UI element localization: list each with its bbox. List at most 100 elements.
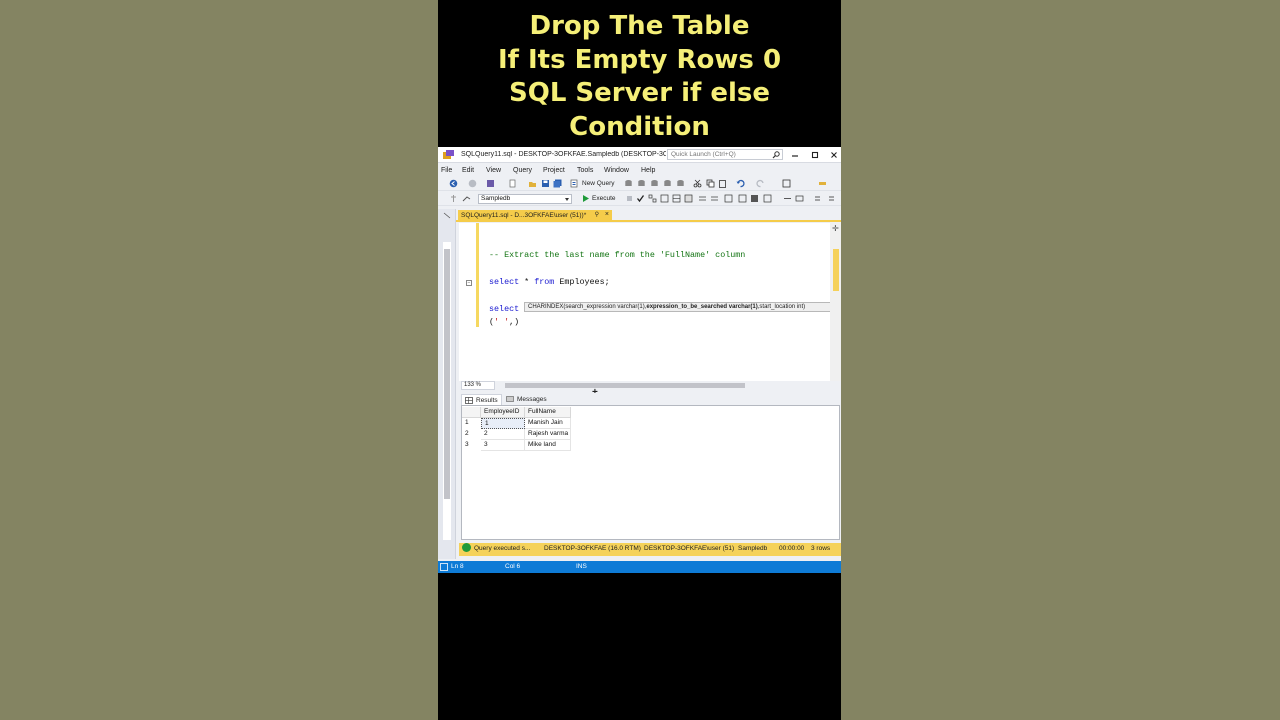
mdx-query-icon[interactable] (637, 179, 646, 188)
save-all-icon[interactable] (553, 179, 562, 188)
cut-icon[interactable] (693, 179, 702, 188)
charindex-tooltip: CHARINDEX(search_expression varchar(1),e… (524, 302, 837, 312)
tab-close-icon[interactable]: × (605, 211, 609, 218)
status-insert-mode: INS (576, 563, 587, 570)
code-line-args: (' ',) (489, 317, 519, 327)
search-icon[interactable] (772, 151, 780, 159)
cell-employeeid[interactable]: 1 (481, 418, 525, 429)
fold-toggle-icon[interactable]: − (466, 280, 472, 286)
toggle-panel-icon[interactable] (795, 194, 804, 203)
change-tracking-margin (476, 223, 479, 327)
change-connection-icon[interactable] (462, 194, 471, 203)
cell-employeeid[interactable]: 2 (481, 429, 525, 440)
cancel-query-icon[interactable] (625, 194, 634, 203)
back-icon[interactable] (449, 179, 458, 188)
specify-values-icon[interactable] (783, 194, 792, 203)
display-plan-icon[interactable] (648, 194, 657, 203)
video-frame: Drop The Table If Its Empty Rows 0 SQL S… (438, 0, 841, 720)
tab-messages-label: Messages (517, 396, 547, 403)
toolbar-overflow-icon[interactable] (827, 194, 836, 203)
cell-fullname[interactable]: Manish Jain (525, 418, 571, 429)
menu-project[interactable]: Project (543, 167, 565, 174)
new-query-button[interactable]: New Query (582, 180, 615, 187)
column-header-fullname[interactable]: FullName (525, 407, 571, 418)
scroll-change-marker (833, 249, 839, 291)
query-designer-icon[interactable] (660, 194, 669, 203)
open-file-icon[interactable] (528, 179, 537, 188)
new-project-icon[interactable] (486, 179, 495, 188)
headline-line-4: Condition (569, 111, 710, 142)
keyword-select: select (489, 277, 520, 287)
minimize-icon[interactable] (790, 150, 800, 160)
results-to-icon[interactable] (672, 194, 681, 203)
close-icon[interactable] (829, 150, 839, 160)
column-header-employeeid[interactable]: EmployeeID (481, 407, 525, 418)
maximize-icon[interactable] (810, 150, 820, 160)
toolbar-options-icon[interactable] (813, 194, 822, 203)
database-query-icon[interactable] (624, 179, 633, 188)
execute-button[interactable]: Execute (592, 195, 616, 202)
undo-icon[interactable] (736, 179, 745, 188)
copy-icon[interactable] (706, 179, 715, 188)
editor-horizontal-scrollbar[interactable]: 133 % (459, 381, 830, 390)
indent-icon[interactable] (724, 194, 733, 203)
tab-pin-icon[interactable]: ⚲ (595, 211, 599, 218)
status-column: Col 6 (505, 563, 521, 570)
row-number[interactable]: 1 (462, 418, 481, 429)
success-check-icon (462, 543, 471, 552)
cell-fullname[interactable]: Rajesh varma (525, 429, 571, 440)
parse-icon[interactable] (636, 194, 645, 203)
results-tab-row: Results Messages (459, 393, 841, 405)
row-number[interactable]: 3 (462, 440, 481, 451)
menu-view[interactable]: View (486, 167, 501, 174)
connect-icon[interactable] (449, 194, 458, 203)
code-line-select-employees: select * from Employees; (489, 277, 610, 287)
comment-icon[interactable] (698, 194, 707, 203)
forward-icon[interactable] (468, 179, 477, 188)
menu-edit[interactable]: Edit (462, 167, 474, 174)
status-line: Ln 8 (451, 563, 464, 570)
split-editor-icon[interactable]: ✛ (832, 224, 839, 233)
menu-tools[interactable]: Tools (577, 167, 593, 174)
keyword-select-2: select (489, 304, 520, 314)
tab-messages[interactable]: Messages (503, 394, 550, 405)
quick-launch-box[interactable] (667, 149, 783, 160)
database-selector[interactable]: Sampledb (478, 194, 572, 204)
horizontal-scroll-thumb[interactable] (505, 383, 745, 388)
quick-launch-input[interactable] (668, 150, 772, 159)
pin-icon[interactable] (442, 211, 452, 220)
redo-icon[interactable] (756, 179, 765, 188)
results-text-icon[interactable] (750, 194, 759, 203)
row-number[interactable]: 2 (462, 429, 481, 440)
results-grid[interactable]: EmployeeID FullName 1 1 Manish Jain 2 2 … (461, 405, 840, 540)
paste-icon[interactable] (718, 179, 727, 188)
cell-fullname[interactable]: Mike land (525, 440, 571, 451)
save-icon[interactable] (541, 179, 550, 188)
object-explorer-strip (438, 209, 456, 559)
cell-employeeid[interactable]: 3 (481, 440, 525, 451)
menu-query[interactable]: Query (513, 167, 532, 174)
execute-icon[interactable] (581, 194, 590, 203)
properties-icon[interactable] (782, 179, 791, 188)
zoom-level-selector[interactable]: 133 % (461, 381, 495, 390)
dax-query-icon[interactable] (676, 179, 685, 188)
tab-results[interactable]: Results (461, 394, 502, 405)
dmx-query-icon[interactable] (650, 179, 659, 188)
new-file-icon[interactable] (508, 179, 517, 188)
explorer-scroll-thumb[interactable] (444, 249, 450, 499)
tools-icon[interactable] (818, 179, 827, 188)
code-string: ' ' (494, 317, 510, 327)
uncomment-icon[interactable] (710, 194, 719, 203)
results-file-icon[interactable] (763, 194, 772, 203)
menu-file[interactable]: File (441, 167, 452, 174)
tab-sqlquery11[interactable]: SQLQuery11.sql - D...3OFKFAE\user (51))*… (458, 210, 612, 222)
new-query-icon[interactable] (570, 179, 579, 188)
code-line-comment: -- Extract the last name from the 'FullN… (489, 250, 745, 260)
results-grid-icon[interactable] (684, 194, 693, 203)
xmla-query-icon[interactable] (663, 179, 672, 188)
outdent-icon[interactable] (738, 194, 747, 203)
menu-help[interactable]: Help (641, 167, 655, 174)
editor-vertical-scrollbar[interactable]: ✛ (830, 223, 841, 381)
menu-window[interactable]: Window (604, 167, 629, 174)
grid-icon (465, 397, 473, 404)
